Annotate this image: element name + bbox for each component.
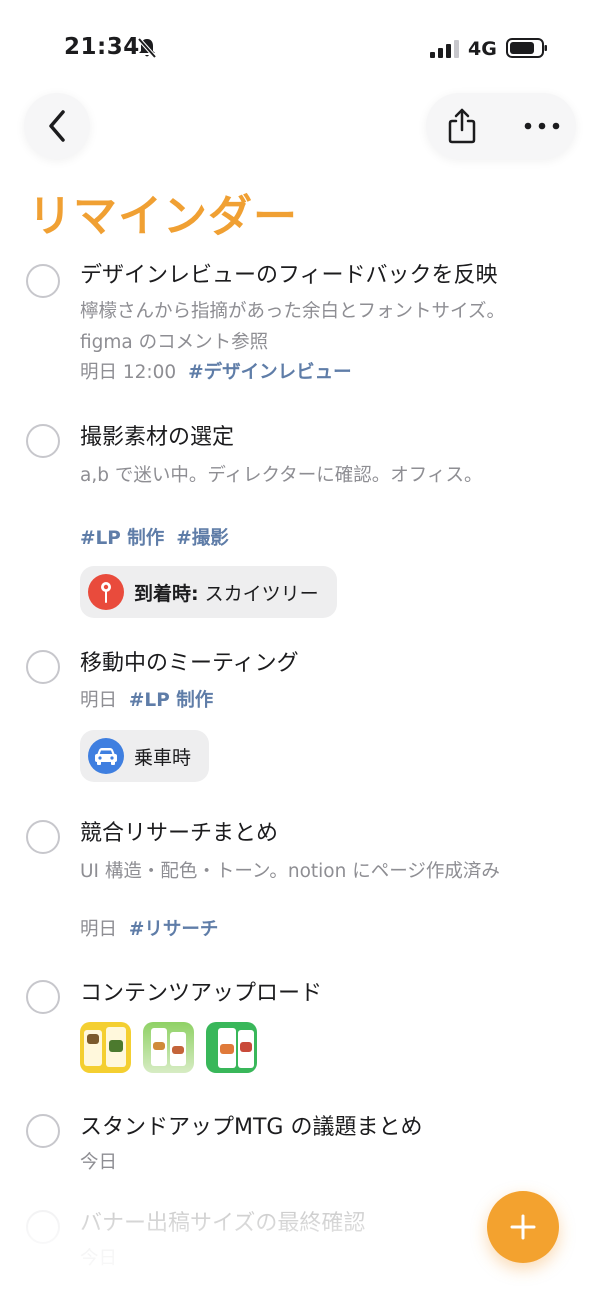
item-tag[interactable]: #LP 制作 — [129, 690, 213, 711]
item-tag[interactable]: #LP 制作 — [80, 528, 164, 549]
nav-actions-group — [426, 93, 576, 159]
item-tag[interactable]: #デザインレビュー — [188, 362, 352, 383]
item-title: コンテンツアップロード — [80, 981, 323, 1006]
item-tag[interactable]: #撮影 — [176, 528, 229, 549]
item-date: 今日 — [80, 1152, 118, 1173]
item-note: a,b で迷い中。ディレクターに確認。オフィス。 — [80, 465, 483, 486]
chip-label: スカイツリー — [204, 582, 319, 605]
cellular-signal-icon — [430, 40, 459, 58]
status-bar: 21:34 4G — [0, 0, 600, 96]
complete-checkbox[interactable] — [26, 424, 60, 458]
chevron-left-icon — [49, 110, 65, 142]
add-reminder-button[interactable] — [487, 1191, 559, 1263]
item-note: 檸檬さんから指摘があった余白とフォントサイズ。 figma のコメント参照 — [80, 296, 580, 358]
item-note-line: 檸檬さんから指摘があった余白とフォントサイズ。 — [80, 301, 505, 322]
location-trigger-chip[interactable]: 到着時: スカイツリー — [80, 566, 337, 618]
network-type: 4G — [468, 38, 497, 60]
item-content[interactable]: 撮影素材の選定 a,b で迷い中。ディレクターに確認。オフィス。 #LP 制作 … — [80, 424, 580, 618]
complete-checkbox[interactable] — [26, 980, 60, 1014]
item-title: 競合リサーチまとめ — [80, 821, 279, 846]
complete-checkbox[interactable] — [26, 1114, 60, 1148]
item-content[interactable]: 競合リサーチまとめ UI 構造・配色・トーン。notion にページ作成済み 明… — [80, 820, 580, 945]
item-date: 明日 — [80, 690, 118, 711]
item-note-line: figma のコメント参照 — [80, 332, 269, 353]
ellipsis-icon — [524, 122, 560, 130]
attachment-thumbnails — [80, 1022, 580, 1073]
item-content[interactable]: 移動中のミーティング 明日 #LP 制作 乗車時 — [80, 650, 580, 782]
status-time: 21:34 — [64, 34, 140, 60]
attachment-thumbnail[interactable] — [206, 1022, 257, 1073]
item-title: スタンドアップMTG の議題まとめ — [80, 1115, 423, 1140]
item-meta: #LP 制作 #撮影 — [80, 524, 580, 554]
car-icon — [88, 738, 124, 774]
attachment-thumbnail[interactable] — [80, 1022, 131, 1073]
attachment-thumbnail[interactable] — [143, 1022, 194, 1073]
map-pin-icon — [88, 574, 124, 610]
back-button[interactable] — [24, 93, 90, 159]
complete-checkbox[interactable] — [26, 820, 60, 854]
complete-checkbox[interactable] — [26, 264, 60, 298]
complete-checkbox[interactable] — [26, 1210, 60, 1244]
battery-icon — [506, 38, 547, 58]
item-meta: 明日 #リサーチ — [80, 915, 580, 945]
chip-row: 到着時: スカイツリー — [80, 566, 580, 618]
item-date: 明日 — [80, 919, 118, 940]
item-tag[interactable]: #リサーチ — [129, 919, 219, 940]
item-title: 撮影素材の選定 — [80, 425, 235, 450]
item-title: 移動中のミーティング — [80, 651, 299, 676]
item-content[interactable]: スタンドアップMTG の議題まとめ 今日 — [80, 1114, 580, 1178]
more-button[interactable] — [518, 106, 566, 146]
item-content[interactable]: コンテンツアップロード — [80, 980, 580, 1073]
item-content[interactable]: デザインレビューのフィードバックを反映 檸檬さんから指摘があった余白とフォントサ… — [80, 262, 580, 388]
item-meta: 明日 #LP 制作 — [80, 686, 580, 716]
share-button[interactable] — [442, 106, 482, 146]
item-meta: 今日 — [80, 1148, 580, 1178]
complete-checkbox[interactable] — [26, 650, 60, 684]
item-meta: 明日 12:00 #デザインレビュー — [80, 358, 580, 388]
item-date: 今日 — [80, 1248, 118, 1269]
page-title: リマインダー — [28, 191, 298, 242]
chip-label: 乗車時 — [134, 746, 192, 769]
item-note: UI 構造・配色・トーン。notion にページ作成済み — [80, 861, 500, 882]
item-title: デザインレビューのフィードバックを反映 — [80, 263, 498, 288]
chip-row: 乗車時 — [80, 730, 580, 782]
chip-label-bold: 到着時: — [134, 582, 199, 605]
item-date: 明日 12:00 — [80, 362, 177, 383]
vehicle-trigger-chip[interactable]: 乗車時 — [80, 730, 210, 782]
plus-icon — [510, 1214, 536, 1240]
share-icon — [448, 108, 476, 144]
bell-off-icon — [137, 37, 157, 59]
